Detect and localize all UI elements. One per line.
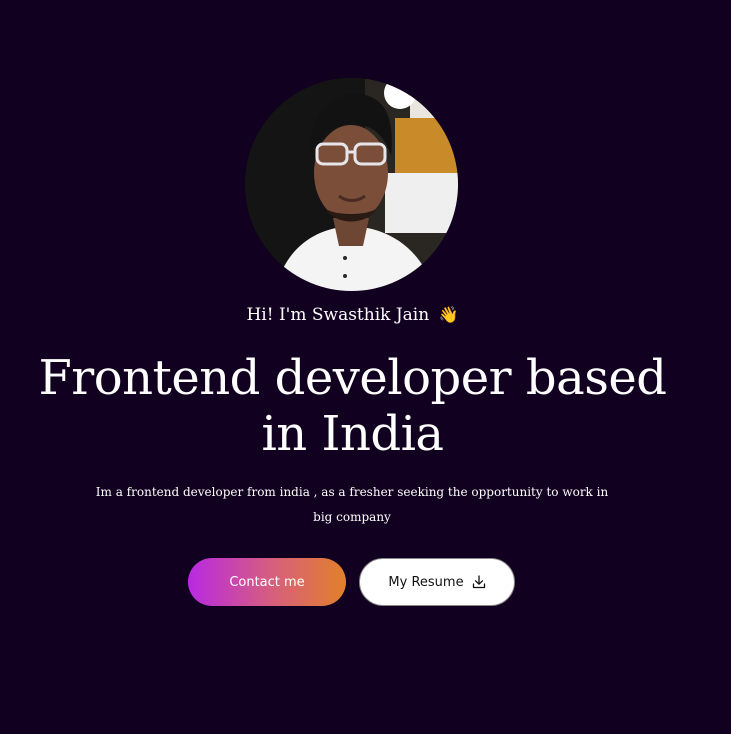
profile-avatar [245,78,458,291]
greeting-text: Hi! I'm Swasthik Jain [246,305,430,325]
contact-me-label: Contact me [229,574,305,590]
profile-photo-illustration [245,78,458,291]
hero-page: Hi! I'm Swasthik Jain 👋 Frontend develop… [0,0,731,734]
contact-me-button[interactable]: Contact me [188,558,346,606]
waving-hand-icon: 👋 [438,305,459,324]
greeting-line: Hi! I'm Swasthik Jain 👋 [0,305,705,325]
my-resume-label: My Resume [388,574,464,590]
intro-description: Im a frontend developer from india , as … [95,485,609,524]
page-headline: Frontend developer based in India [38,350,667,462]
my-resume-button[interactable]: My Resume [359,558,515,606]
download-icon [472,575,486,589]
